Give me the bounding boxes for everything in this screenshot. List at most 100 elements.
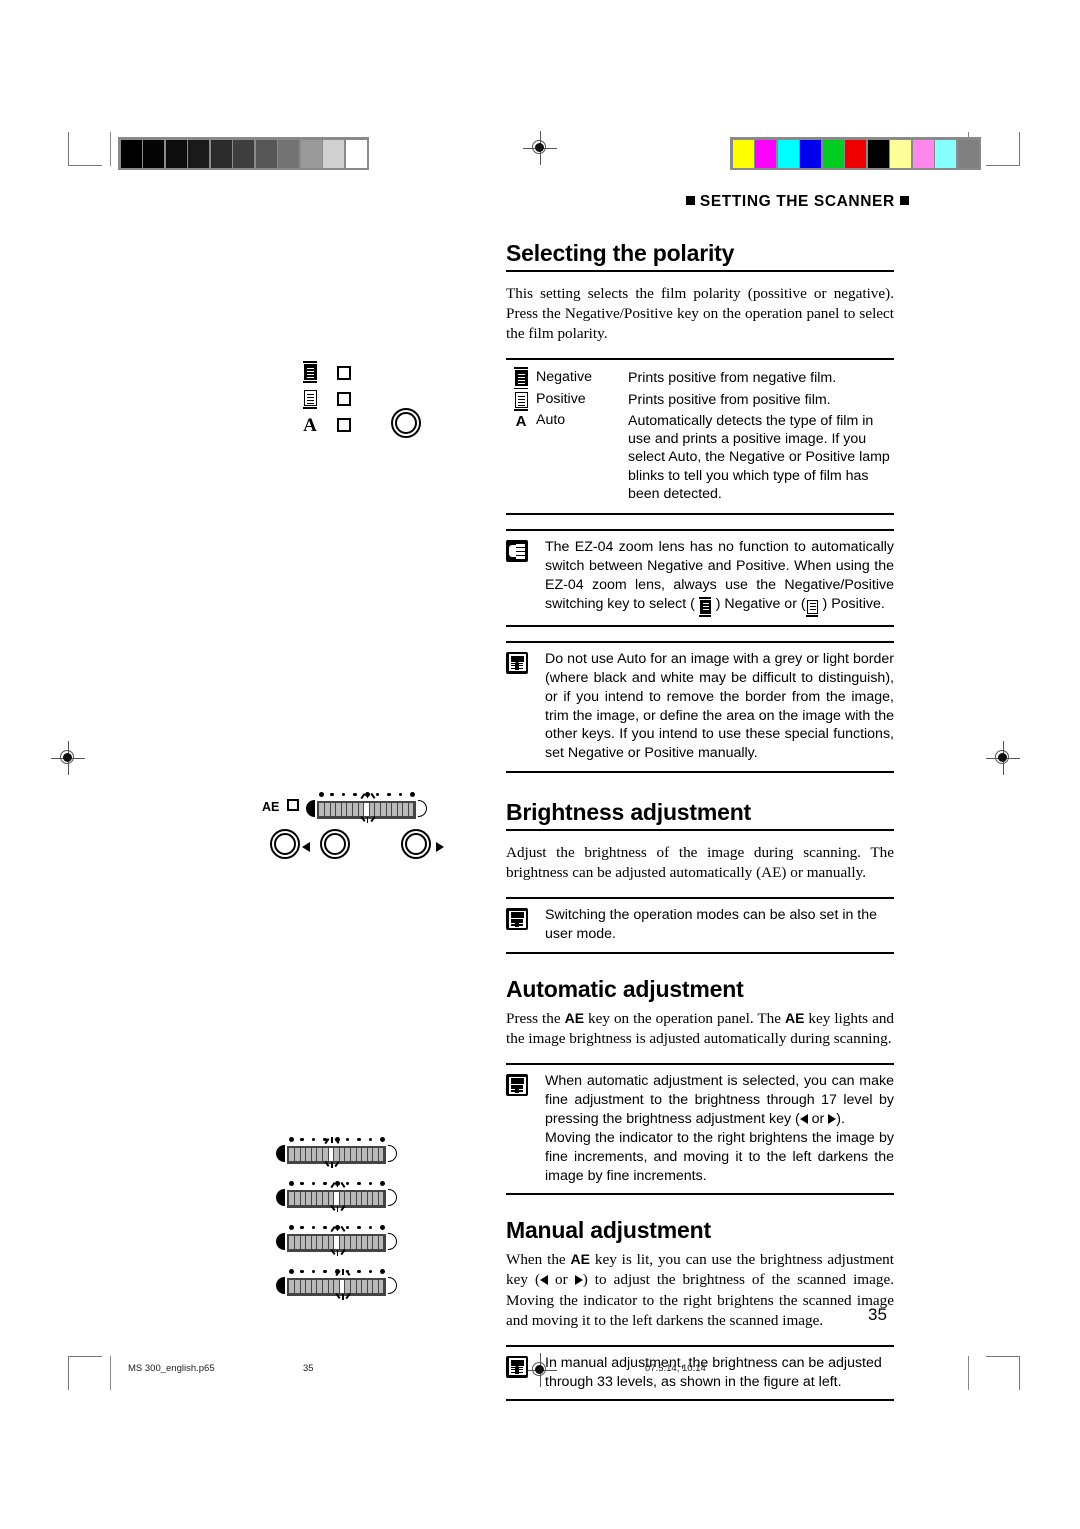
level-segment bbox=[328, 1148, 334, 1162]
crop-mark-top-left bbox=[68, 132, 102, 166]
bright-end-icon bbox=[418, 800, 428, 817]
grayscale-swatch bbox=[300, 139, 322, 168]
auto-lamp-led bbox=[337, 418, 351, 432]
level-segment bbox=[319, 803, 324, 817]
level-scale-dot bbox=[380, 1137, 386, 1142]
auto-body-part1: Press the bbox=[506, 1010, 565, 1027]
crop-mark-bottom-left bbox=[68, 1356, 102, 1390]
footer-timestamp: 07.5.14, 10:14 bbox=[645, 1363, 706, 1374]
level-segment bbox=[339, 1280, 345, 1294]
level-segment bbox=[328, 1280, 334, 1294]
brightness-left-key-button[interactable] bbox=[320, 829, 350, 859]
negative-positive-key-button[interactable] bbox=[391, 408, 421, 438]
level-segment bbox=[373, 1148, 378, 1162]
color-calibration-strip bbox=[730, 137, 981, 170]
memo-note-icon bbox=[506, 650, 536, 674]
dark-end-icon bbox=[276, 1145, 285, 1162]
level-segment bbox=[350, 1280, 356, 1294]
level-scale-dot bbox=[368, 1226, 373, 1230]
bright-end-icon bbox=[388, 1189, 398, 1206]
color-swatch bbox=[957, 139, 979, 168]
memo-note-icon bbox=[506, 1072, 536, 1097]
brightness-level-bar bbox=[276, 1180, 398, 1212]
level-segment bbox=[356, 1236, 362, 1250]
level-segment bbox=[328, 1236, 334, 1250]
level-segment bbox=[289, 1148, 294, 1162]
heading-selecting-the-polarity: Selecting the polarity bbox=[506, 240, 735, 266]
dark-end-icon bbox=[306, 800, 315, 817]
paragraph-brightness-adjustment: Adjust the brightness of the image durin… bbox=[506, 844, 894, 882]
level-segment bbox=[311, 1192, 317, 1206]
level-segment bbox=[324, 803, 330, 817]
level-segment bbox=[341, 803, 347, 817]
level-segment bbox=[373, 1192, 378, 1206]
color-swatch bbox=[732, 139, 754, 168]
grayscale-swatch bbox=[345, 139, 367, 168]
level-scale-dot bbox=[387, 793, 391, 797]
level-segment bbox=[350, 1236, 356, 1250]
auto-body-part2: key on the operation panel. The bbox=[584, 1010, 785, 1027]
level-scale-dot bbox=[300, 1226, 304, 1230]
level-segment bbox=[378, 1236, 384, 1250]
trim-line-left-top bbox=[110, 132, 111, 166]
level-segment bbox=[294, 1192, 300, 1206]
positive-film-icon bbox=[506, 391, 536, 411]
table-cell-description: Prints positive from positive film. bbox=[628, 391, 831, 408]
level-segment bbox=[334, 1192, 339, 1206]
note-user-mode: Switching the operation modes can be als… bbox=[506, 897, 894, 954]
negative-lamp-led bbox=[337, 366, 351, 380]
level-segment bbox=[356, 1148, 362, 1162]
ae-key-button[interactable] bbox=[270, 829, 300, 859]
level-scale-dot bbox=[357, 1270, 361, 1274]
ae-key-name: AE bbox=[570, 1251, 590, 1268]
level-segment bbox=[403, 803, 408, 817]
level-segment bbox=[311, 1280, 317, 1294]
level-segment bbox=[362, 1148, 367, 1162]
level-segment bbox=[317, 1236, 322, 1250]
color-swatch bbox=[845, 139, 866, 168]
running-head-square-left bbox=[686, 196, 695, 205]
level-segment bbox=[378, 1192, 384, 1206]
level-scale-dot bbox=[300, 1138, 304, 1142]
level-scale-dot bbox=[368, 1270, 373, 1274]
level-segment bbox=[317, 1192, 322, 1206]
left-arrow-icon bbox=[799, 1113, 808, 1124]
level-scale-dot bbox=[376, 793, 380, 797]
level-segment bbox=[345, 1192, 350, 1206]
level-segment bbox=[367, 1148, 373, 1162]
brightness-level-bar bbox=[276, 1268, 398, 1300]
grayscale-swatch bbox=[233, 139, 254, 168]
level-segment bbox=[306, 1192, 311, 1206]
left-arrow-icon bbox=[540, 1275, 549, 1286]
level-segment bbox=[362, 1236, 367, 1250]
level-segment bbox=[294, 1280, 300, 1294]
level-segment bbox=[339, 1192, 345, 1206]
level-segment bbox=[345, 1280, 350, 1294]
ae-key-name: AE bbox=[784, 1010, 805, 1026]
dark-end-icon bbox=[276, 1189, 285, 1206]
level-segment bbox=[334, 1148, 339, 1162]
polarity-panel-row-auto: A bbox=[297, 412, 351, 438]
level-scale-dot bbox=[289, 1137, 294, 1142]
level-segment bbox=[345, 1148, 350, 1162]
level-segment bbox=[386, 803, 392, 817]
level-segment bbox=[408, 803, 414, 817]
table-row: Negative Prints positive from negative f… bbox=[506, 367, 894, 390]
brightness-right-key-button[interactable] bbox=[401, 829, 431, 859]
grayscale-swatch bbox=[278, 139, 299, 168]
level-segment bbox=[358, 803, 364, 817]
level-segment bbox=[345, 1236, 350, 1250]
level-segment bbox=[356, 1192, 362, 1206]
grayscale-swatch bbox=[255, 139, 277, 168]
level-segment bbox=[300, 1236, 306, 1250]
level-segment bbox=[294, 1236, 300, 1250]
level-scale-dot bbox=[311, 1270, 316, 1274]
level-scale-dot bbox=[357, 1182, 361, 1186]
grayscale-swatch bbox=[323, 139, 344, 168]
table-row: Positive Prints positive from positive f… bbox=[506, 390, 894, 411]
table-cell-name: Positive bbox=[536, 390, 586, 407]
manual-body-part3: or bbox=[548, 1271, 575, 1289]
registration-mark-right-center bbox=[986, 741, 1020, 775]
level-segment bbox=[378, 1280, 384, 1294]
dark-end-icon bbox=[276, 1277, 285, 1294]
